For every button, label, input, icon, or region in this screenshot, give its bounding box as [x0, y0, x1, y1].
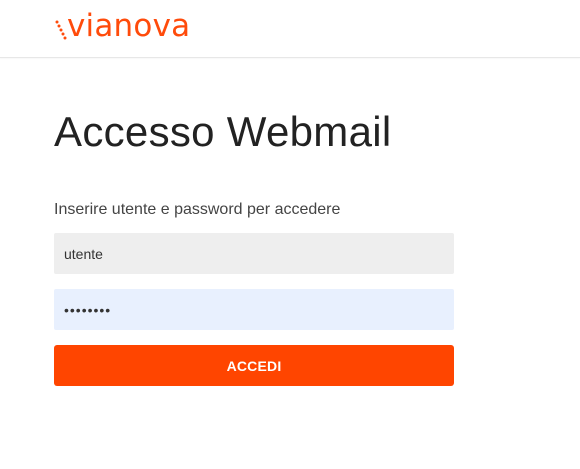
page-title: Accesso Webmail — [54, 108, 392, 155]
username-input[interactable] — [54, 233, 454, 274]
vianova-logo[interactable]: vianova — [54, 8, 191, 45]
login-panel: Accesso Webmail Inserire utente e passwo… — [54, 108, 454, 386]
login-instructions: Inserire utente e password per accedere — [54, 201, 341, 218]
site-header: vianova — [0, 0, 580, 58]
login-button[interactable]: ACCEDI — [54, 345, 454, 386]
brand-mark-icon — [54, 12, 68, 42]
password-input[interactable] — [54, 289, 454, 330]
brand-name: vianova — [67, 8, 191, 44]
